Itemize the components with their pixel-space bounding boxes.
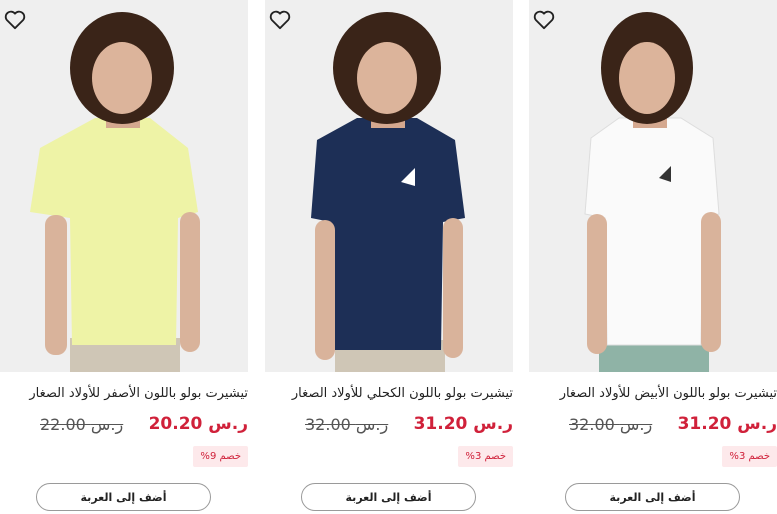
heart-icon[interactable] xyxy=(533,10,555,30)
original-price: 22.00 ر.س xyxy=(40,415,124,434)
original-price: 32.00 ر.س xyxy=(305,415,389,434)
product-card[interactable]: تيشيرت بولو باللون الكحلي للأولاد الصغار… xyxy=(265,0,513,514)
discount-badge: خصم 3% xyxy=(722,446,777,467)
model-figure xyxy=(311,12,465,372)
add-to-cart-button[interactable]: أضف إلى العربة xyxy=(36,483,211,511)
heart-icon[interactable] xyxy=(4,10,26,30)
product-card[interactable]: تيشيرت بولو باللون الأبيض للأولاد الصغار… xyxy=(529,0,777,514)
product-title[interactable]: تيشيرت بولو باللون الكحلي للأولاد الصغار xyxy=(265,386,513,401)
add-to-cart-button[interactable]: أضف إلى العربة xyxy=(565,483,740,511)
product-card[interactable]: تيشيرت بولو باللون الأصفر للأولاد الصغار… xyxy=(0,0,248,514)
discount-badge: خصم 3% xyxy=(458,446,513,467)
original-price: 32.00 ر.س xyxy=(569,415,653,434)
product-image[interactable] xyxy=(529,0,777,372)
product-image[interactable] xyxy=(0,0,248,372)
add-to-cart-button[interactable]: أضف إلى العربة xyxy=(301,483,476,511)
product-title[interactable]: تيشيرت بولو باللون الأصفر للأولاد الصغار xyxy=(0,386,248,401)
current-price: 31.20 ر.س xyxy=(413,414,513,434)
heart-icon[interactable] xyxy=(269,10,291,30)
product-title[interactable]: تيشيرت بولو باللون الأبيض للأولاد الصغار xyxy=(529,386,777,401)
product-image[interactable] xyxy=(265,0,513,372)
current-price: 31.20 ر.س xyxy=(677,414,777,434)
model-figure xyxy=(584,12,721,372)
discount-badge: خصم 9% xyxy=(193,446,248,467)
current-price: 20.20 ر.س xyxy=(148,414,248,434)
model-figure xyxy=(30,12,200,372)
